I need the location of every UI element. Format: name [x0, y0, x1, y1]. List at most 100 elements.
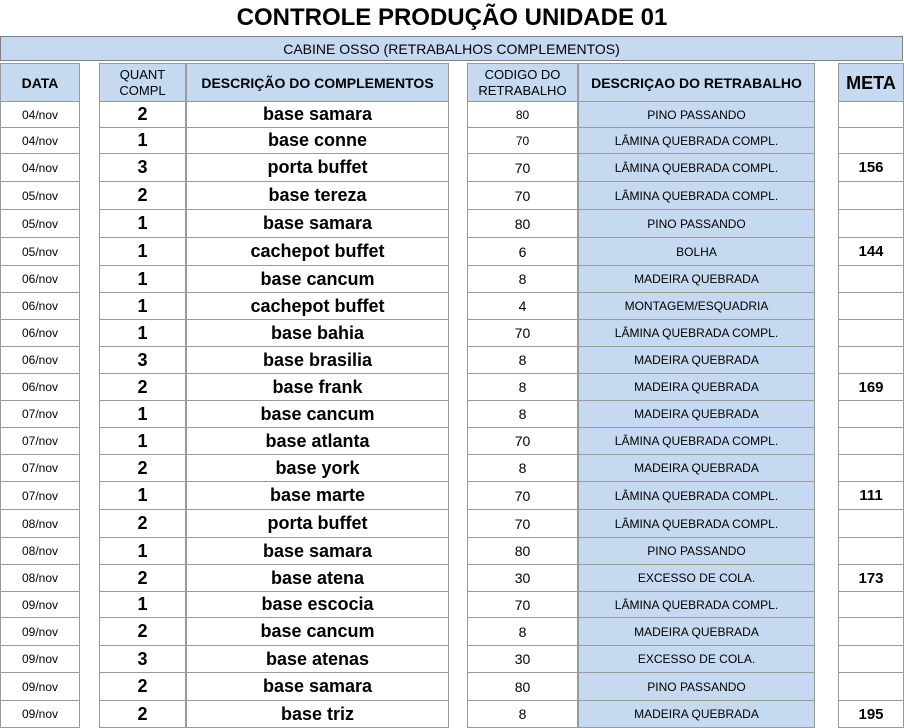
cell-retrabalho: PINO PASSANDO — [578, 101, 815, 128]
cell-data: 04/nov — [0, 101, 80, 128]
cell-retrabalho: LÂMINA QUEBRADA COMPL. — [578, 591, 815, 618]
cell-meta — [838, 645, 904, 673]
header-quant-label: QUANT COMPL — [119, 66, 166, 98]
cell-data: 09/nov — [0, 645, 80, 673]
header-data-label: DATA — [21, 74, 59, 91]
cell-descricao: base cancum — [186, 617, 449, 646]
cell-codigo: 70 — [467, 427, 578, 455]
cell-descricao: base samara — [186, 672, 449, 701]
cell-descricao: base atlanta — [186, 427, 449, 455]
cell-meta — [838, 400, 904, 428]
cell-quant: 2 — [99, 564, 186, 592]
cell-codigo: 80 — [467, 209, 578, 238]
cell-descricao: base cancum — [186, 265, 449, 293]
cell-meta: 195 — [838, 700, 904, 728]
cell-meta — [838, 319, 904, 347]
cell-descricao: base escocia — [186, 591, 449, 618]
cell-meta: 169 — [838, 373, 904, 401]
cell-codigo: 8 — [467, 346, 578, 374]
cell-codigo: 70 — [467, 127, 578, 154]
cell-descricao: porta buffet — [186, 509, 449, 538]
cell-descricao: base samara — [186, 209, 449, 238]
cell-quant: 2 — [99, 617, 186, 646]
cell-retrabalho: MADEIRA QUEBRADA — [578, 700, 815, 728]
header-quant: QUANT COMPL — [99, 63, 186, 102]
cell-meta — [838, 537, 904, 565]
cell-codigo: 70 — [467, 591, 578, 618]
cell-retrabalho: LÂMINA QUEBRADA COMPL. — [578, 509, 815, 538]
cell-descricao: base brasilia — [186, 346, 449, 374]
cell-codigo: 70 — [467, 481, 578, 510]
cell-retrabalho: MADEIRA QUEBRADA — [578, 454, 815, 482]
cell-codigo: 80 — [467, 672, 578, 701]
cell-codigo: 8 — [467, 373, 578, 401]
cell-descricao: base marte — [186, 481, 449, 510]
cell-codigo: 8 — [467, 400, 578, 428]
cell-retrabalho: EXCESSO DE COLA. — [578, 645, 815, 673]
header-data: DATA — [0, 63, 80, 102]
cell-meta — [838, 591, 904, 618]
cell-codigo: 8 — [467, 700, 578, 728]
cell-meta — [838, 672, 904, 701]
cell-descricao: base tereza — [186, 181, 449, 210]
cell-data: 07/nov — [0, 481, 80, 510]
cell-meta — [838, 509, 904, 538]
cell-meta: 156 — [838, 153, 904, 182]
section-subtitle: CABINE OSSO (RETRABALHOS COMPLEMENTOS) — [0, 36, 903, 61]
cell-retrabalho: MADEIRA QUEBRADA — [578, 265, 815, 293]
cell-data: 09/nov — [0, 617, 80, 646]
header-retrabalho-label: DESCRIÇAO DO RETRABALHO — [591, 74, 802, 91]
cell-data: 07/nov — [0, 400, 80, 428]
header-codigo-label: CODIGO DO RETRABALHO — [478, 66, 567, 98]
cell-meta: 144 — [838, 237, 904, 266]
cell-data: 06/nov — [0, 346, 80, 374]
cell-data: 06/nov — [0, 373, 80, 401]
cell-data: 04/nov — [0, 127, 80, 154]
cell-retrabalho: PINO PASSANDO — [578, 209, 815, 238]
cell-meta — [838, 101, 904, 128]
cell-meta — [838, 127, 904, 154]
cell-data: 08/nov — [0, 509, 80, 538]
cell-retrabalho: BOLHA — [578, 237, 815, 266]
cell-descricao: base atena — [186, 564, 449, 592]
header-meta: META — [838, 63, 904, 102]
cell-data: 07/nov — [0, 454, 80, 482]
cell-quant: 1 — [99, 427, 186, 455]
cell-quant: 1 — [99, 127, 186, 154]
cell-data: 09/nov — [0, 591, 80, 618]
cell-meta — [838, 454, 904, 482]
header-codigo: CODIGO DO RETRABALHO — [467, 63, 578, 102]
cell-codigo: 70 — [467, 509, 578, 538]
cell-meta — [838, 346, 904, 374]
cell-meta — [838, 292, 904, 320]
cell-data: 06/nov — [0, 292, 80, 320]
cell-quant: 1 — [99, 209, 186, 238]
cell-codigo: 80 — [467, 101, 578, 128]
cell-retrabalho: LÂMINA QUEBRADA COMPL. — [578, 319, 815, 347]
cell-quant: 3 — [99, 346, 186, 374]
header-descricao: DESCRIÇÃO DO COMPLEMENTOS — [186, 63, 449, 102]
cell-data: 08/nov — [0, 537, 80, 565]
cell-codigo: 70 — [467, 181, 578, 210]
cell-retrabalho: MADEIRA QUEBRADA — [578, 346, 815, 374]
cell-retrabalho: LÂMINA QUEBRADA COMPL. — [578, 427, 815, 455]
cell-retrabalho: MADEIRA QUEBRADA — [578, 617, 815, 646]
cell-quant: 3 — [99, 645, 186, 673]
cell-retrabalho: LÂMINA QUEBRADA COMPL. — [578, 127, 815, 154]
cell-data: 06/nov — [0, 319, 80, 347]
cell-meta — [838, 427, 904, 455]
cell-descricao: base conne — [186, 127, 449, 154]
cell-descricao: porta buffet — [186, 153, 449, 182]
cell-descricao: base frank — [186, 373, 449, 401]
cell-data: 09/nov — [0, 700, 80, 728]
cell-meta — [838, 209, 904, 238]
cell-quant: 1 — [99, 591, 186, 618]
spreadsheet: CONTROLE PRODUÇÃO UNIDADE 01 CABINE OSSO… — [0, 0, 904, 728]
cell-quant: 1 — [99, 481, 186, 510]
cell-codigo: 30 — [467, 645, 578, 673]
cell-retrabalho: LÂMINA QUEBRADA COMPL. — [578, 153, 815, 182]
header-meta-label: META — [846, 72, 896, 93]
cell-codigo: 4 — [467, 292, 578, 320]
cell-quant: 1 — [99, 237, 186, 266]
cell-meta: 173 — [838, 564, 904, 592]
